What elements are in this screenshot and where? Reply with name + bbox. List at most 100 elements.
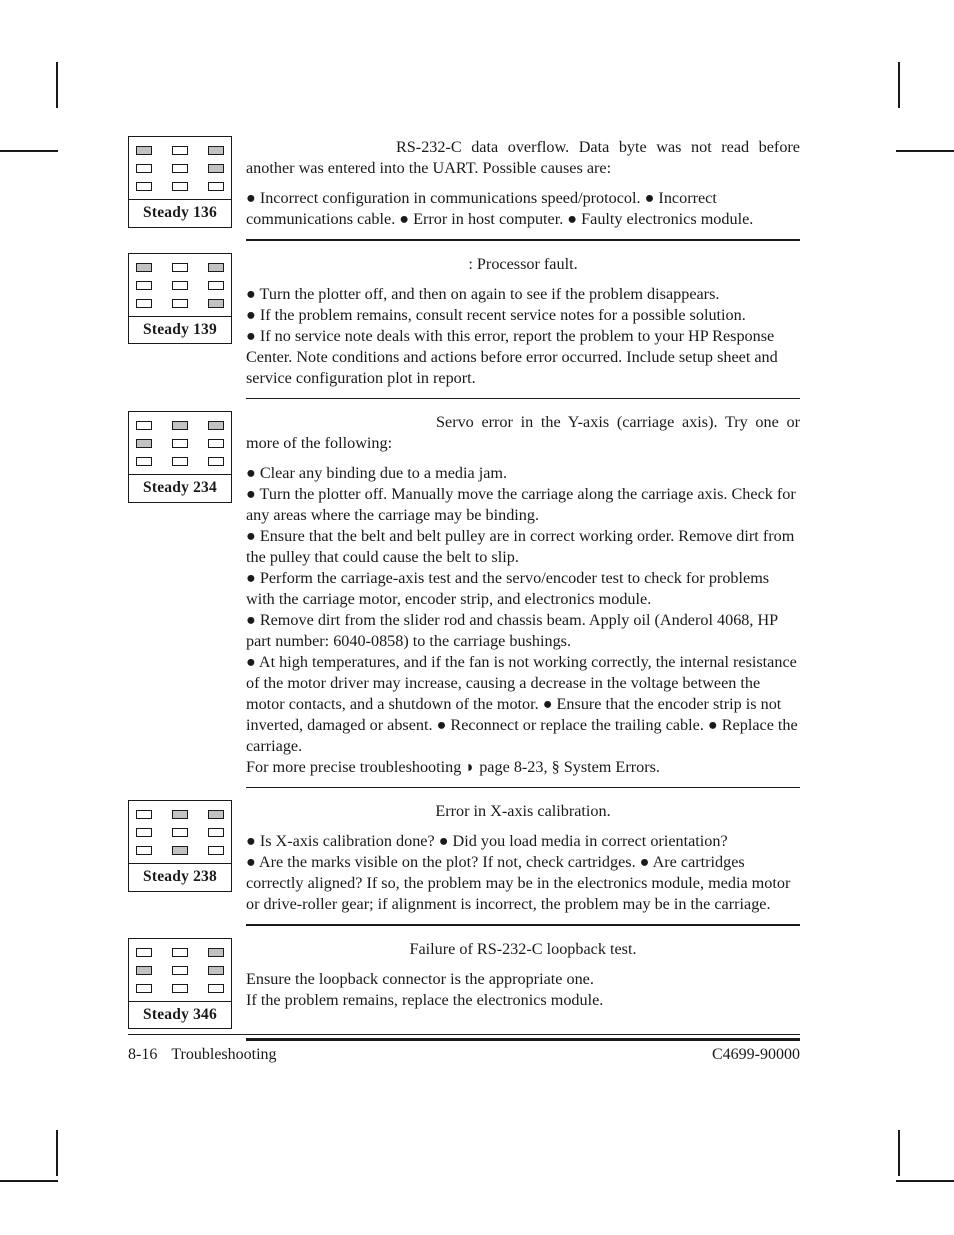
led-status-panel: Steady 238 bbox=[128, 800, 232, 892]
error-description: Servo error in the Y-axis (carriage axis… bbox=[232, 411, 800, 778]
page-footer: 8-16 Troubleshooting C4699-90000 bbox=[128, 1034, 800, 1064]
led-grid bbox=[129, 801, 231, 863]
crop-mark-bottom-left-vertical bbox=[56, 1130, 58, 1176]
led-indicator-on bbox=[208, 146, 224, 155]
led-indicator-off bbox=[172, 280, 188, 290]
error-headline: : Processor fault. bbox=[468, 254, 578, 273]
led-indicator-on bbox=[136, 262, 152, 272]
led-indicator-off bbox=[172, 947, 188, 957]
error-description: RS-232-C data overflow. Data byte was no… bbox=[232, 136, 800, 230]
led-indicator-off bbox=[208, 846, 224, 856]
remedy-item: For more precise troubleshooting ◗ page … bbox=[246, 757, 660, 776]
error-description: Failure of RS-232-C loopback test. Ensure… bbox=[232, 938, 800, 1011]
led-row bbox=[136, 947, 224, 957]
error-headline-text: RS-232-C data overflow. Data byte was no… bbox=[246, 138, 800, 178]
led-indicator-off bbox=[208, 828, 224, 838]
led-indicator-off bbox=[172, 146, 188, 155]
led-indicator-on bbox=[136, 146, 152, 155]
led-indicator-off bbox=[208, 457, 224, 467]
led-indicator-on bbox=[208, 421, 224, 431]
led-indicator-off bbox=[136, 182, 152, 191]
led-row bbox=[136, 421, 224, 431]
error-remedy-list: ● Is X-axis calibration done? ● Did you … bbox=[246, 822, 800, 915]
led-indicator-on bbox=[208, 810, 224, 820]
led-row bbox=[136, 828, 224, 838]
remedy-item: ● If the problem remains, consult recent… bbox=[246, 305, 746, 324]
error-headline: Servo error in the Y-axis (carriage axis… bbox=[246, 412, 800, 454]
led-indicator-on bbox=[208, 262, 224, 272]
led-status-label: Steady 346 bbox=[129, 1000, 231, 1029]
led-indicator-off bbox=[136, 298, 152, 308]
led-indicator-on bbox=[208, 298, 224, 308]
led-indicator-off bbox=[136, 810, 152, 820]
error-description: : Processor fault. ● Turn the plotter off… bbox=[232, 253, 800, 389]
led-indicator-off bbox=[172, 983, 188, 993]
led-row bbox=[136, 182, 224, 191]
led-row bbox=[136, 983, 224, 993]
led-indicator-off bbox=[136, 280, 152, 290]
crop-mark-bottom-right-horizontal bbox=[896, 1180, 954, 1182]
remedy-item: ● Remove dirt from the slider rod and ch… bbox=[246, 611, 778, 651]
led-indicator-off bbox=[136, 164, 152, 173]
error-entry: Steady 346 Failure of RS-232-C loopback t… bbox=[128, 937, 800, 1030]
error-remedy-list: Ensure the loopback connector is the app… bbox=[246, 960, 800, 1011]
led-indicator-off bbox=[172, 298, 188, 308]
crop-mark-top-right-horizontal bbox=[896, 150, 954, 152]
error-code-table: Steady 136 RS-232-C data overflow. Data b… bbox=[128, 136, 800, 1053]
led-indicator-off bbox=[136, 421, 152, 431]
led-indicator-off bbox=[172, 182, 188, 191]
led-grid bbox=[129, 939, 231, 1001]
led-indicator-off bbox=[172, 828, 188, 838]
remedy-item: ● Is X-axis calibration done? ● Did you … bbox=[246, 832, 728, 851]
led-row bbox=[136, 146, 224, 155]
led-grid bbox=[129, 412, 231, 474]
led-indicator-off bbox=[136, 457, 152, 467]
led-row bbox=[136, 164, 224, 173]
remedy-item: ● If no service note deals with this err… bbox=[246, 326, 778, 387]
remedy-item: ● Ensure that the belt and belt pulley a… bbox=[246, 527, 795, 567]
footer-chapter-title: Troubleshooting bbox=[171, 1046, 277, 1064]
remedy-item: ● Perform the carriage-axis test and the… bbox=[246, 569, 770, 609]
led-status-panel: Steady 139 bbox=[128, 252, 232, 345]
led-indicator-off bbox=[172, 262, 188, 272]
led-indicator-off bbox=[208, 182, 224, 191]
led-row bbox=[136, 846, 224, 856]
led-indicator-on bbox=[172, 421, 188, 431]
led-row bbox=[136, 810, 224, 820]
remedy-item: If the problem remains, replace the elec… bbox=[246, 990, 604, 1009]
footer-left-group: 8-16 Troubleshooting bbox=[128, 1046, 277, 1064]
crop-mark-top-left-vertical bbox=[56, 62, 58, 108]
led-row bbox=[136, 457, 224, 467]
led-grid bbox=[129, 254, 231, 316]
led-indicator-off bbox=[208, 280, 224, 290]
remedy-item: ● Clear any binding due to a media jam. bbox=[246, 464, 508, 483]
led-status-label: Steady 238 bbox=[129, 863, 231, 891]
crop-mark-top-left-horizontal bbox=[0, 150, 58, 152]
error-entry: Steady 136 RS-232-C data overflow. Data b… bbox=[128, 136, 800, 230]
error-entry: Steady 234 Servo error in the Y-axis (car… bbox=[128, 411, 800, 778]
led-indicator-off bbox=[172, 164, 188, 173]
led-indicator-on bbox=[172, 810, 188, 820]
error-entry: Steady 238 Error in X-axis calibration. ● … bbox=[128, 800, 800, 915]
remedy-item: ● Turn the plotter off, and then on agai… bbox=[246, 284, 720, 303]
led-status-label: Steady 139 bbox=[129, 315, 231, 344]
footer-page-number: 8-16 bbox=[128, 1046, 158, 1064]
led-indicator-off bbox=[136, 947, 152, 957]
led-indicator-on bbox=[208, 164, 224, 173]
error-headline: Error in X-axis calibration. bbox=[435, 802, 611, 821]
remedy-item: Ensure the loopback connector is the app… bbox=[246, 970, 594, 988]
led-row bbox=[136, 262, 224, 272]
led-grid bbox=[129, 137, 231, 199]
led-indicator-off bbox=[136, 846, 152, 856]
error-headline: RS-232-C data overflow. Data byte was no… bbox=[246, 137, 800, 179]
crop-mark-bottom-left-horizontal bbox=[0, 1180, 58, 1182]
led-row bbox=[136, 298, 224, 308]
led-indicator-off bbox=[136, 828, 152, 838]
led-indicator-on bbox=[208, 947, 224, 957]
led-row bbox=[136, 965, 224, 975]
led-status-panel: Steady 234 bbox=[128, 411, 232, 503]
led-status-label: Steady 234 bbox=[129, 474, 231, 502]
led-indicator-off bbox=[172, 965, 188, 975]
led-indicator-on bbox=[136, 439, 152, 449]
error-remedy-list: ● Clear any binding due to a media jam. ●… bbox=[246, 454, 800, 778]
